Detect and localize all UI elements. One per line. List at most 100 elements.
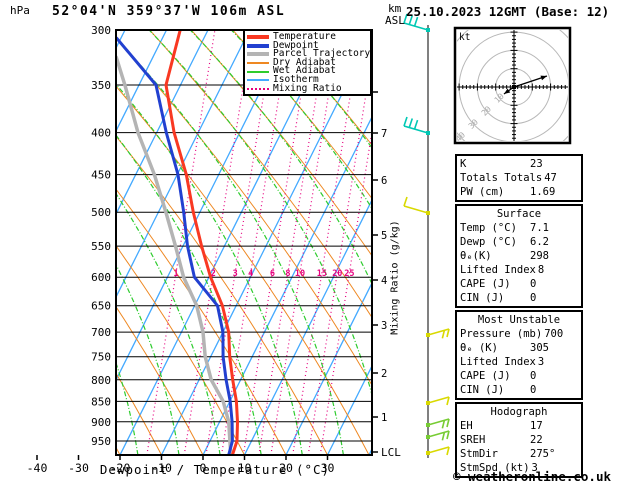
lcl-label: LCL [381,446,401,459]
table-row-value: 1.69 [530,186,556,198]
table-row: CAPE (J) 0 [460,369,578,383]
table-row-value: 22 [530,434,543,446]
table-row: CIN (J) 0 [460,291,578,305]
svg-text:400: 400 [91,127,111,140]
pressure-unit-label: hPa [10,4,30,17]
table-row: Temp (°C) 7.1 [460,221,578,235]
table-row-value: 0 [530,292,537,304]
table-row-label: K [460,158,467,170]
hodograph-panel: 10203040kt [453,26,572,145]
svg-text:4: 4 [248,269,253,279]
table-row-label: StmDir [460,448,498,460]
svg-text:3: 3 [233,269,238,279]
table-row-label: CIN (J) [460,384,505,396]
table-row-value: 0 [530,278,537,290]
table-row-value: 6.2 [530,236,549,248]
svg-text:1: 1 [173,269,178,279]
mixing-ratio-axis-label: Mixing Ratio (g/kg) [389,220,401,335]
wind-barbs [403,13,450,458]
svg-text:-40: -40 [27,461,48,475]
legend-swatch [247,52,269,57]
table-row: Totals Totals 47 [460,171,578,185]
table-title: Most Unstable [477,314,561,326]
altitude-ref-label: ASL [385,14,405,27]
table-title: Hodograph [490,406,548,418]
table-row-value: 275° [530,448,556,460]
wind-barb [426,396,450,406]
table-row: θₑ (K) 305 [460,341,578,355]
table-row: θₑ(K) 298 [460,249,578,263]
svg-text:900: 900 [91,416,111,429]
data-table: Surface Temp (°C) 7.1 Dewp (°C) 6.2 θₑ(K) 298 L… [455,204,583,308]
table-row-value: 0 [530,384,537,396]
table-row-label: SREH [460,434,486,446]
wind-barb [426,328,450,339]
svg-text:7: 7 [381,128,387,140]
legend-swatch [247,87,269,90]
legend: Temperature Dewpoint Parcel Trajectory Dry … [243,29,372,97]
svg-text:6: 6 [270,269,275,279]
table-row: SREH 22 [460,433,578,447]
table-row-label: Pressure (mb) [460,328,543,340]
table-row-value: 3 [537,356,545,368]
svg-text:2: 2 [381,368,387,380]
svg-text:600: 600 [91,271,111,284]
wind-barb [403,196,430,215]
wind-barb [403,116,430,135]
svg-text:4: 4 [381,275,387,287]
svg-text:3: 3 [381,320,387,332]
table-row-value: 0 [530,370,537,382]
table-row-label: Totals Totals [460,172,543,184]
svg-text:1: 1 [381,412,387,424]
table-row-label: Lifted Index [460,264,536,276]
datetime-title: 25.10.2023 12GMT (Base: 12) [406,4,610,19]
credit-footer: © weatheronline.co.uk [452,469,612,484]
legend-swatch [247,43,269,48]
svg-text:450: 450 [91,169,111,182]
table-row-label: θₑ(K) [460,250,492,262]
table-row-label: Lifted Index [460,356,536,368]
table-row-label: Temp (°C) [460,222,517,234]
table-row: Pressure (mb) 700 [460,327,578,341]
table-row: StmDir 275° [460,447,578,461]
wind-barb [426,430,450,441]
svg-text:20: 20 [332,269,342,279]
data-table: Hodograph EH 17 SREH 22 StmDir 275° StmSpd (kt)… [455,402,583,478]
svg-text:550: 550 [91,240,111,253]
table-row-label: CIN (J) [460,292,505,304]
svg-text:650: 650 [91,300,111,313]
legend-label: Mixing Ratio [273,82,342,94]
legend-swatch [247,79,269,82]
svg-text:500: 500 [91,206,111,219]
legend-item: Mixing Ratio [247,82,368,94]
svg-text:300: 300 [91,24,111,37]
legend-swatch [247,62,269,65]
wind-barb [426,418,450,429]
table-row: Lifted Index 3 [460,355,578,369]
table-row-label: θₑ (K) [460,342,498,354]
svg-text:10: 10 [295,269,305,279]
table-row-label: EH [460,420,473,432]
table-row-label: Dewp (°C) [460,236,517,248]
table-row-value: 305 [530,342,549,354]
table-row-value: 700 [544,328,564,340]
svg-text:25: 25 [344,269,354,279]
table-row-label: CAPE (J) [460,370,511,382]
svg-text:-30: -30 [68,461,89,475]
table-row: K 23 [460,157,578,171]
data-table: Most Unstable Pressure (mb) 700 θₑ (K) 305 Li… [455,310,583,400]
table-row-value: 17 [530,420,543,432]
table-row: CIN (J) 0 [460,383,578,397]
wind-barb [426,446,450,456]
station-title: 52°04'N 359°37'W 106m ASL [52,4,286,19]
table-row-value: 7.1 [530,222,549,234]
parcel-trajectory-curve [117,55,233,454]
table-row-value: 47 [544,172,557,184]
legend-swatch [247,70,269,73]
svg-text:700: 700 [91,326,111,339]
table-row-value: 8 [537,264,545,276]
x-axis-label: Dewpoint / Temperature (°C) [99,462,331,477]
table-row-label: PW (cm) [460,186,505,198]
table-row-label: CAPE (J) [460,278,511,290]
table-title: Surface [496,208,542,220]
